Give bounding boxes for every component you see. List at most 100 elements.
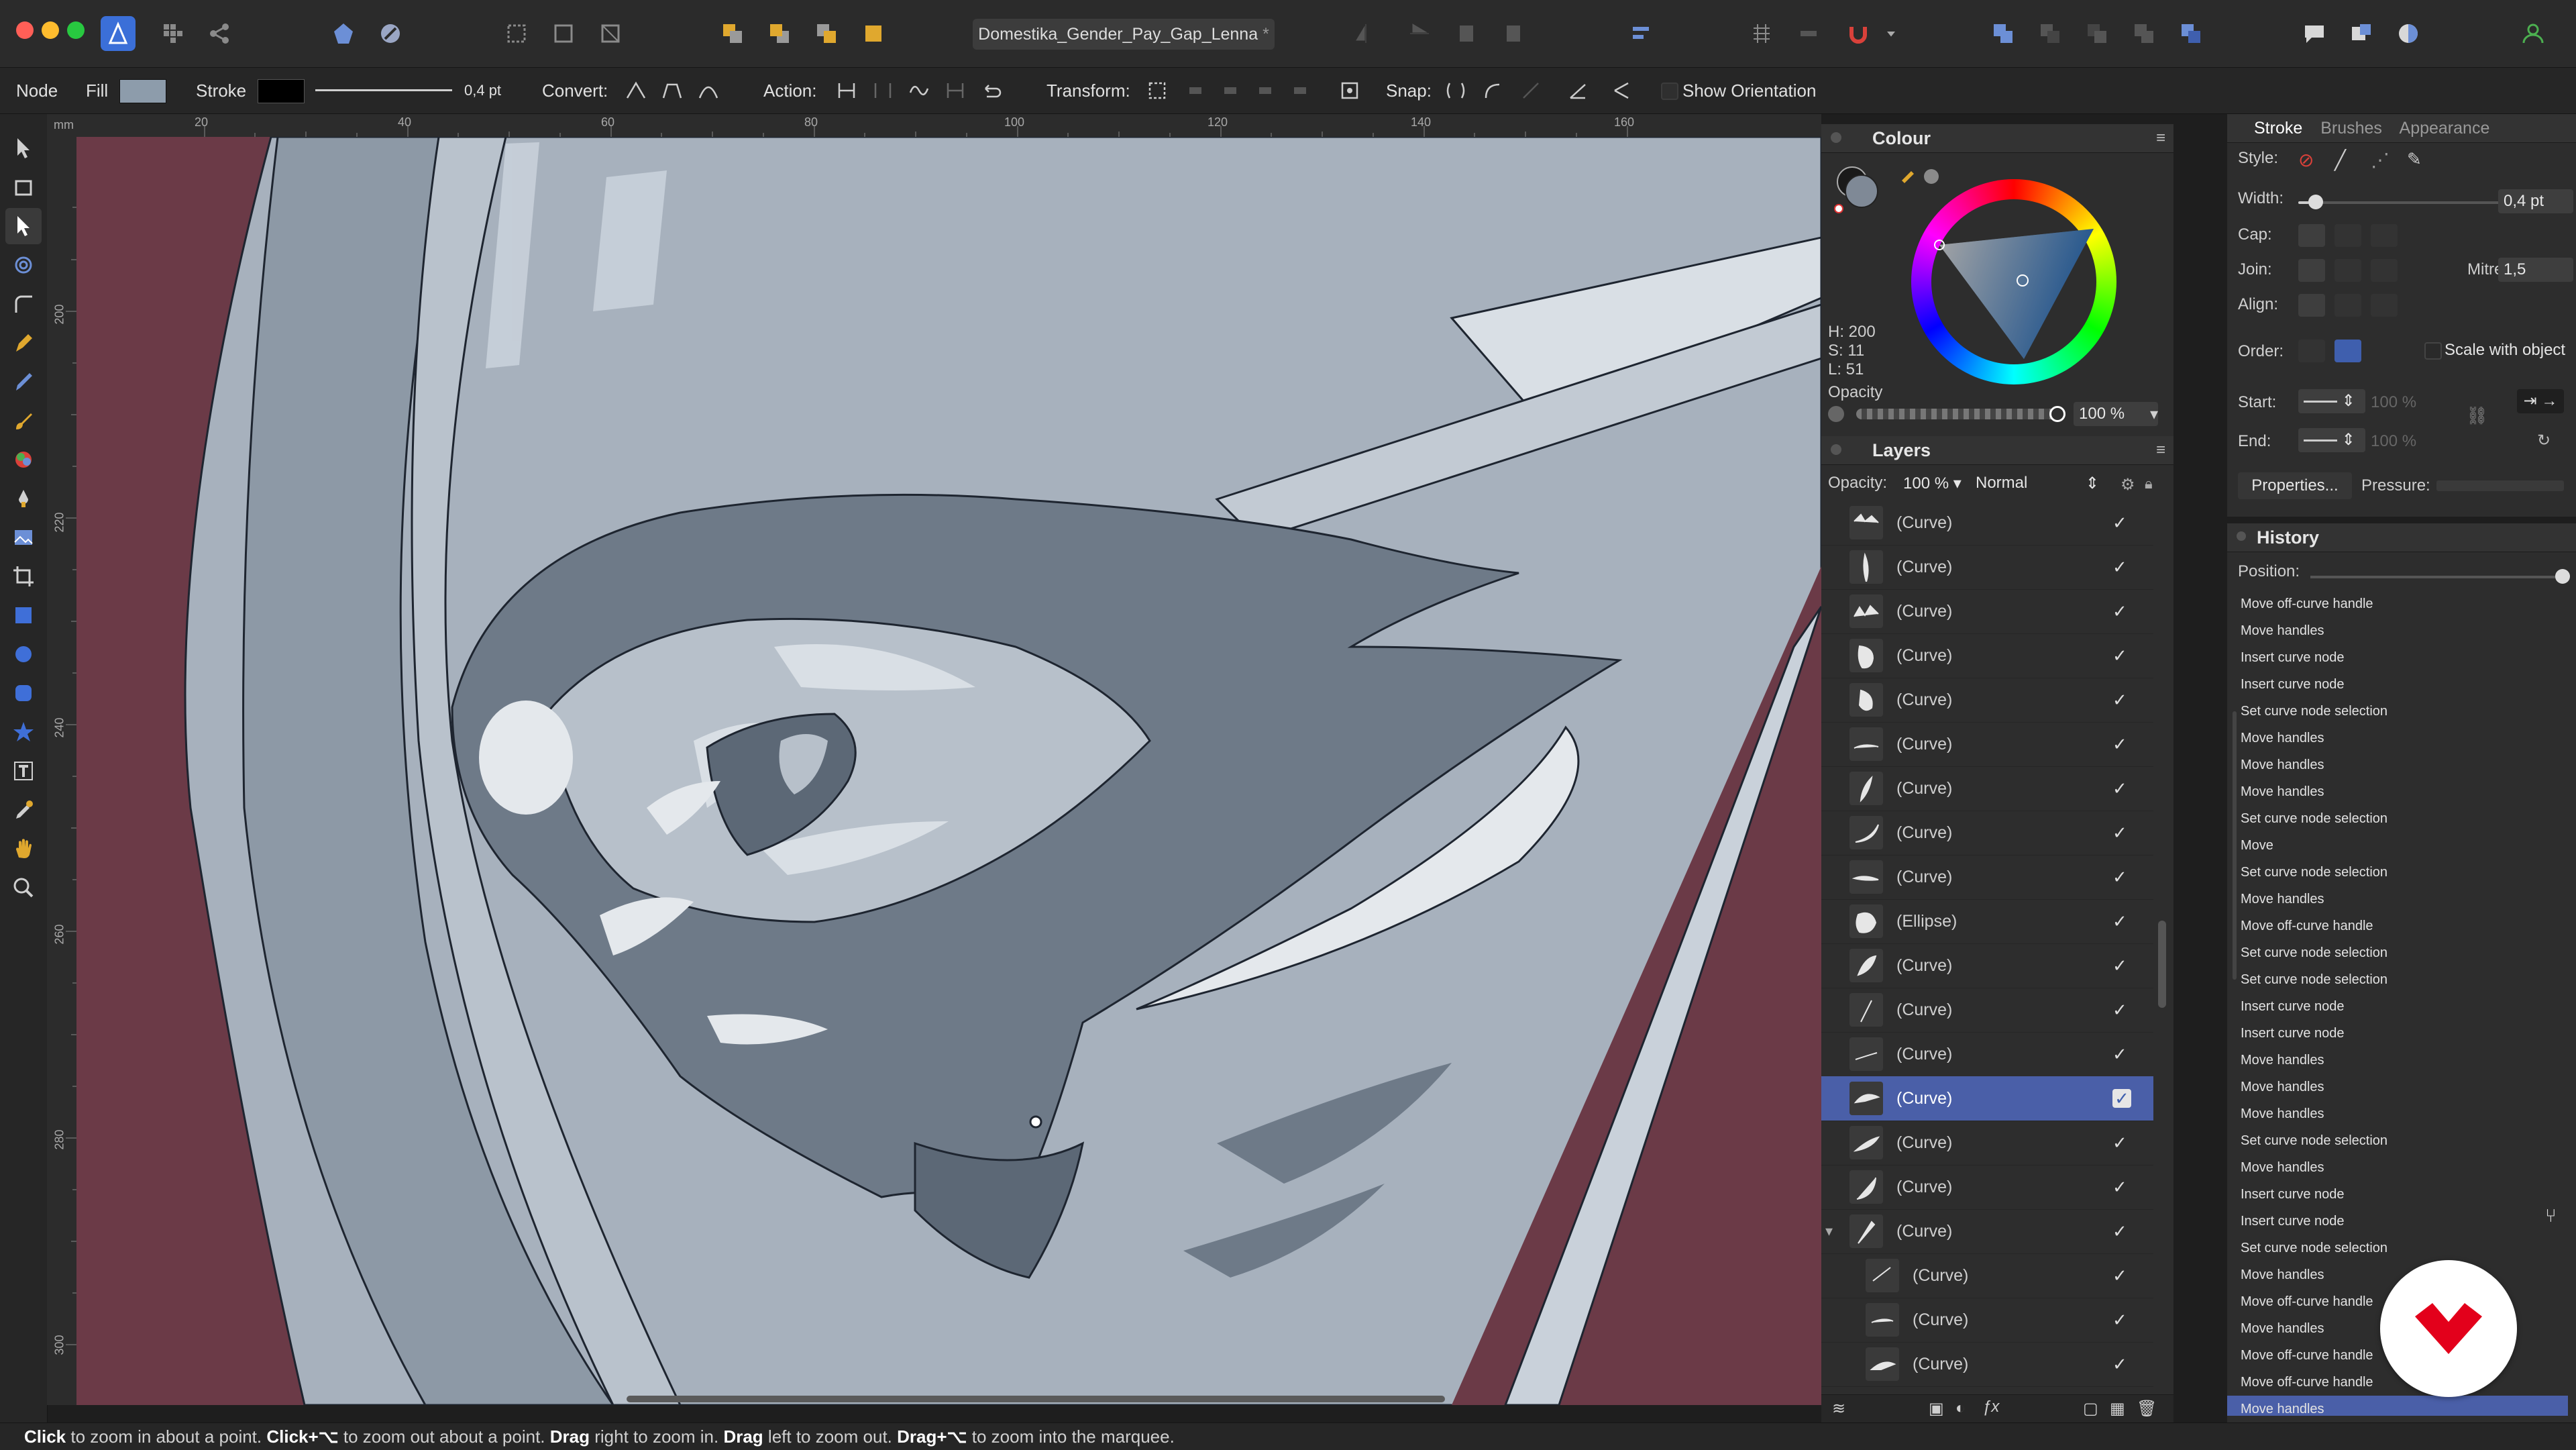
fx-layer-icon[interactable]: ƒx — [1982, 1398, 1999, 1416]
layer-visibility-checkbox[interactable]: ✓ — [2112, 501, 2127, 545]
snapshot-icon[interactable]: ⑂ — [2545, 1205, 2557, 1227]
history-item[interactable]: Move handles — [2241, 617, 2563, 644]
adjustment-layer-icon[interactable]: ◐ — [1955, 1399, 1966, 1418]
layer-row[interactable]: (Curve) ✓ — [1821, 943, 2153, 988]
layer-visibility-checkbox[interactable]: ✓ — [2112, 545, 2127, 589]
layer-visibility-checkbox[interactable]: ✓ — [2112, 1089, 2131, 1108]
move-tool-icon[interactable] — [5, 130, 42, 166]
star-tool-icon[interactable] — [5, 714, 42, 750]
layer-visibility-checkbox[interactable]: ✓ — [2112, 766, 2127, 811]
node-tool-icon[interactable] — [5, 208, 42, 244]
colour-mode-icon[interactable] — [2391, 16, 2426, 51]
snapping-options-icon[interactable] — [1791, 16, 1826, 51]
arrange-front-icon[interactable] — [856, 16, 891, 51]
smooth-curve-icon[interactable] — [906, 77, 932, 104]
width-value-field[interactable]: 0,4 pt — [2498, 189, 2573, 213]
panel-menu-icon[interactable]: ≡ — [2156, 436, 2165, 464]
history-item[interactable]: Move handles — [2241, 725, 2563, 752]
end-arrowhead-select[interactable]: ⇕ — [2298, 428, 2365, 452]
layer-row[interactable]: (Curve) ✓ — [1821, 545, 2153, 590]
layer-row[interactable]: (Curve) ✓ — [1821, 1342, 2153, 1387]
history-item[interactable]: Move off-curve handle — [2241, 590, 2563, 617]
history-item[interactable]: Set curve node selection — [2241, 1235, 2563, 1261]
flip-vertical-icon[interactable] — [1402, 16, 1437, 51]
square-cap-icon[interactable] — [2371, 224, 2398, 247]
align-icon[interactable] — [1623, 16, 1658, 51]
pixel-persona-icon[interactable] — [156, 16, 191, 51]
layer-visibility-checkbox[interactable]: ✓ — [2112, 943, 2127, 988]
scale-with-object-checkbox[interactable] — [2424, 342, 2442, 360]
layer-row[interactable]: (Curve) ✓ — [1821, 1076, 2153, 1121]
history-item[interactable]: Insert curve node — [2241, 1181, 2563, 1208]
break-curve-icon[interactable] — [833, 77, 860, 104]
history-item[interactable]: Set curve node selection — [2241, 966, 2563, 993]
butt-cap-icon[interactable] — [2298, 224, 2325, 247]
miter-join-icon[interactable] — [2298, 259, 2325, 282]
layers-stack-icon[interactable]: ≋ — [1832, 1399, 1845, 1418]
history-position-slider-handle[interactable] — [2555, 569, 2570, 584]
layer-row[interactable]: (Curve) ✓ — [1821, 589, 2153, 634]
width-slider-handle[interactable] — [2308, 195, 2323, 209]
document-title[interactable]: Domestika_Gender_Pay_Gap_Lenna * — [973, 19, 1275, 50]
transform-origin-icon[interactable] — [1336, 77, 1363, 104]
panel-close-icon[interactable] — [1831, 132, 1841, 143]
arrange-forward-icon[interactable] — [809, 16, 844, 51]
transform-align-center-icon[interactable] — [1217, 77, 1244, 104]
boolean-add-icon[interactable] — [1986, 16, 2021, 51]
snapping-grid-icon[interactable] — [1744, 16, 1779, 51]
history-position-slider-track[interactable] — [2310, 576, 2563, 578]
snap-to-curve-icon[interactable] — [1442, 77, 1469, 104]
snap-to-node-icon[interactable] — [1480, 77, 1507, 104]
stroke-in-front-icon[interactable] — [2334, 340, 2361, 362]
contour-tool-icon[interactable] — [5, 247, 42, 283]
transform-box-icon[interactable] — [593, 16, 628, 51]
layer-visibility-checkbox[interactable]: ✓ — [2112, 855, 2127, 899]
history-item[interactable]: Move handles — [2227, 1396, 2568, 1416]
layer-visibility-checkbox[interactable]: ✓ — [2112, 1342, 2127, 1386]
opacity-slider-handle[interactable] — [2049, 406, 2065, 422]
join-curves-icon[interactable] — [942, 77, 969, 104]
align-outside-stroke-icon[interactable] — [2371, 294, 2398, 317]
close-window-button[interactable] — [16, 21, 34, 39]
stroke-swatch[interactable] — [258, 79, 305, 103]
fill-stroke-swatch-icon[interactable] — [1832, 162, 1886, 215]
snapping-dropdown-chevron-icon[interactable] — [1881, 16, 1901, 51]
snapping-magnet-icon[interactable] — [1841, 16, 1876, 51]
layer-visibility-checkbox[interactable]: ✓ — [2112, 678, 2127, 722]
round-join-icon[interactable] — [2334, 259, 2361, 282]
designer-persona-icon[interactable] — [101, 16, 136, 51]
opacity-slider-track[interactable] — [1856, 409, 2057, 419]
artboard-tool-icon[interactable] — [5, 169, 42, 205]
bevel-join-icon[interactable] — [2371, 259, 2398, 282]
history-item[interactable]: Insert curve node — [2241, 671, 2563, 698]
view-mode-icon[interactable] — [2344, 16, 2379, 51]
ellipse-tool-icon[interactable] — [5, 636, 42, 672]
align-inside-stroke-icon[interactable] — [2334, 294, 2361, 317]
vertical-ruler[interactable]: 200 220 240 260 280 300 — [47, 137, 77, 1405]
layer-row[interactable]: (Curve) ✓ — [1821, 1298, 2153, 1343]
layer-visibility-checkbox[interactable]: ✓ — [2112, 811, 2127, 855]
layer-row[interactable]: (Curve) ✓ — [1821, 811, 2153, 856]
place-image-tool-icon[interactable] — [5, 519, 42, 556]
layer-row[interactable]: (Curve) ✓ — [1821, 855, 2153, 900]
speech-bubble-icon[interactable] — [2297, 16, 2332, 51]
vector-brush-tool-icon[interactable] — [5, 403, 42, 439]
layer-lock-icon[interactable]: 🔒︎ — [2145, 475, 2153, 493]
layer-settings-gear-icon[interactable]: ⚙ — [2121, 475, 2135, 495]
transform-mode-icon[interactable] — [1144, 77, 1171, 104]
layer-visibility-checkbox[interactable]: ✓ — [2112, 899, 2127, 943]
history-item[interactable]: Move handles — [2241, 778, 2563, 805]
export-persona-icon[interactable] — [201, 16, 236, 51]
layer-row[interactable]: (Ellipse) ✓ — [1821, 899, 2153, 944]
pencil-tool-icon[interactable] — [5, 364, 42, 400]
history-item[interactable]: Set curve node selection — [2241, 1127, 2563, 1154]
layer-row[interactable]: (Curve) ✓ — [1821, 1032, 2153, 1077]
layer-visibility-checkbox[interactable]: ✓ — [2112, 722, 2127, 766]
layer-row[interactable]: (Curve) ✓ — [1821, 501, 2153, 546]
no-stroke-style-icon[interactable]: ⊘ — [2298, 149, 2314, 171]
layer-visibility-checkbox[interactable]: ✓ — [2112, 988, 2127, 1032]
arrange-back-icon[interactable] — [715, 16, 750, 51]
tab-stroke[interactable]: Stroke — [2254, 119, 2302, 138]
delete-layer-icon[interactable]: 🗑︎ — [2137, 1399, 2157, 1418]
expand-group-chevron-icon[interactable]: ▾ — [1825, 1209, 1833, 1253]
